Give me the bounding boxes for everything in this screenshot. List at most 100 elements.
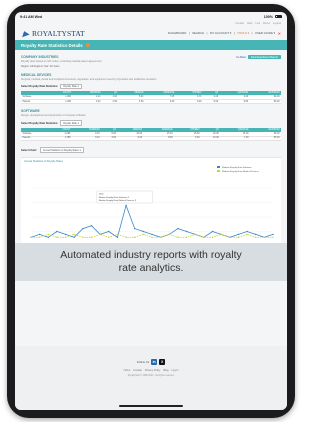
nav-separator: | [233,31,235,35]
data-point [211,230,214,233]
copyright: RoyaltyStat © 1998-2023 . All rights res… [127,375,175,377]
util-link[interactable]: Logout [273,22,281,26]
table-cell: Patents [21,99,48,105]
util-link[interactable]: Contact [235,22,244,26]
chevron-down-icon: ▾ [77,84,79,88]
data-point [272,236,274,238]
table-row: Patents 1,788 0.10 3.00 6.00 8.90 9.30 1… [21,136,281,142]
nav-my-account[interactable]: MY ACCOUNT ▾ [210,31,231,35]
close-icon[interactable]: ✕ [278,31,281,36]
table-cell: 0.10 [71,136,102,142]
data-point [185,236,188,238]
data-point [38,236,41,238]
tablet-screen: 9:41 AM Wed 100% Contact Help Live Demo … [15,12,287,410]
data-point [229,236,231,238]
data-point [272,233,274,235]
stats-select-label: Select Royalty Rate Statistics: [21,84,59,88]
section-company-industries: COMPANY INDUSTRIES Go Back Download Exce… [21,55,281,68]
legend-swatch [217,165,220,168]
battery-icon [275,14,282,19]
data-point [142,230,145,233]
footer-link[interactable]: Blog [163,369,168,372]
table-cell: 6.20 [175,99,204,105]
status-right: 100% [264,15,282,19]
stats-select-label: Select Royalty Rate Statistics: [21,121,59,125]
data-point [246,230,248,233]
table-row: Patents 1,456 0.10 2.50 4.50 6.30 6.20 8… [21,99,281,105]
data-point [56,230,58,233]
nav-separator: | [251,31,253,35]
table-cell: 0.10 [72,99,102,105]
main-content: COMPANY INDUSTRIES Go Back Download Exce… [15,55,287,253]
util-link[interactable]: Help [247,22,252,26]
info-icon[interactable] [85,43,90,47]
home-indicator [119,405,183,407]
data-point [151,236,153,238]
data-point [220,233,222,235]
stats-select[interactable]: Royalty Rate ▾ [60,83,82,90]
linkedin-icon[interactable]: in [151,359,158,365]
tooltip-line: Median Royalty Rate Software: 5 [99,196,130,199]
chart-select-row: Select Chart: Annual Statistics of Royal… [21,147,281,153]
site-footer: Follow Us in X Home Contact Privacy Poli… [15,346,287,410]
chevron-down-icon: ▾ [79,148,81,152]
table-cell: 4.50 [118,99,145,105]
footer-link[interactable]: Privacy Policy [145,369,161,372]
data-point [185,230,188,233]
status-bar: 9:41 AM Wed 100% [15,12,287,21]
data-point [99,233,101,235]
battery-percent: 100% [263,14,273,19]
table-cell: 7.00 [220,136,251,142]
data-point [90,224,93,227]
data-point [237,233,240,235]
go-back-link[interactable]: Go Back [236,56,246,59]
data-point [177,236,179,238]
nav-dashboard[interactable]: DASHBOARD [168,31,186,35]
footer-link[interactable]: Contact [133,369,142,372]
footer-links: Home Contact Privacy Policy Blog Log In [15,369,287,372]
util-link[interactable]: Demo [263,22,270,26]
nav-user-guide[interactable]: USER GUIDE ▾ [255,31,275,35]
stats-table-software: COUNT MINIMUM Q1 MEDIAN AVERAGE STDDEV Q… [21,128,281,142]
data-point [211,236,214,238]
footer-link[interactable]: Log In [171,369,178,372]
data-point [82,227,84,230]
data-point [38,233,41,235]
stats-table-medical: COUNT MINIMUM Q1 MEDIAN AVERAGE STDDEV Q… [21,91,281,105]
data-point [73,236,75,238]
chart-panel: Annual Statistics of Royalty Rates 19951… [21,156,281,253]
stats-select[interactable]: Royalty Rate ▾ [60,120,82,127]
section-title: MEDICAL DEVICES [21,72,52,77]
chevron-down-icon: ▾ [77,121,79,125]
data-point [90,236,93,238]
data-point [56,236,58,238]
data-point [47,236,49,238]
caption-text: Automated industry reports with royalty … [60,249,242,274]
data-point [64,236,67,238]
chart-select[interactable]: Annual Statistics of Royalty Rates ▾ [40,147,84,153]
logo[interactable]: ROYALTYSTAT [21,29,85,38]
page-title: Royalty Rate Statistics Details [21,42,83,48]
table-cell: 1,456 [47,99,73,105]
page-title-bar: Royalty Rate Statistics Details [15,40,287,50]
nav-tools[interactable]: TOOLS ▾ [237,31,249,35]
data-point [255,233,257,235]
logo-bird-icon [21,30,30,36]
download-excel-button[interactable]: Download Excel Report [247,55,281,60]
table-cell: 5.50 [219,99,250,105]
line-chart: 19951999200320072011201520192023Median R… [29,165,276,251]
data-point [108,236,110,238]
status-time: 9:41 AM Wed [20,14,43,19]
nav-search[interactable]: SEARCH [192,31,204,35]
util-link[interactable]: Live [255,22,260,26]
chart-select-label: Select Chart: [21,148,37,152]
table-cell: 80.00 [249,99,281,105]
data-point [30,236,32,238]
data-point [168,233,170,235]
footer-link[interactable]: Home [124,369,131,372]
table-cell: 95.00 [250,136,281,142]
section-filters: Region: All Regions Year: All Years [21,64,60,68]
x-twitter-icon[interactable]: X [159,359,166,365]
follow-row: Follow Us in X [15,359,287,365]
table-cell: 6.00 [117,136,144,142]
